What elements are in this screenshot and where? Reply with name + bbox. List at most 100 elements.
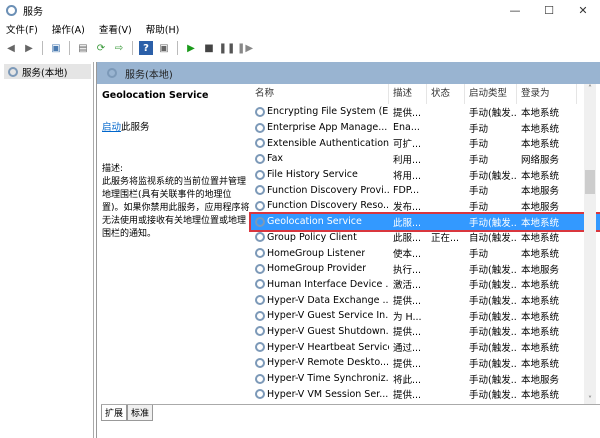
service-name: Group Policy Client — [251, 232, 389, 243]
column-name[interactable]: 名称 — [251, 84, 389, 104]
service-row[interactable]: Function Discovery Reso... 发布... 手动 本地服务 — [251, 198, 600, 214]
main-pane: 服务(本地) Geolocation Service 启动此服务 描述: 此服务… — [96, 62, 600, 438]
menu-action[interactable]: 操作(A) — [52, 22, 85, 36]
pause-icon[interactable]: ❚❚ — [219, 41, 236, 55]
console-tree: 服务(本地) — [2, 62, 94, 438]
gear-icon — [255, 295, 265, 306]
service-startup-type: 手动(触发... — [465, 168, 517, 182]
start-suffix: 此服务 — [121, 122, 150, 133]
service-row[interactable]: Encrypting File System (E... 提供... 手动(触发..… — [251, 104, 600, 120]
service-startup-type: 手动 — [465, 246, 517, 260]
service-row[interactable]: HomeGroup Listener 使本... 手动 本地系统 — [251, 245, 600, 261]
service-row[interactable]: Hyper-V Remote Deskto... 提供... 手动(触发... 本地系… — [251, 355, 600, 371]
column-logon-as[interactable]: 登录为 — [517, 84, 577, 104]
service-row[interactable]: Enterprise App Manage... Ena... 手动 本地系统 — [251, 120, 600, 136]
gear-icon — [255, 232, 265, 243]
console-tree-icon[interactable]: ▣ — [49, 41, 63, 55]
properties-icon[interactable]: ▤ — [76, 41, 90, 55]
service-row[interactable]: Group Policy Client 此服... 正在... 自动(触发... 本地系… — [251, 230, 600, 246]
service-row[interactable]: Hyper-V Guest Service In... 为 H... 手动(触发..… — [251, 308, 600, 324]
tab-extended[interactable]: 扩展 — [101, 405, 128, 421]
service-row[interactable]: Hyper-V Time Synchroniz... 将此... 手动(触发... 本… — [251, 371, 600, 387]
tab-standard[interactable]: 标准 — [127, 405, 154, 421]
cell-text: 手动(触发... — [469, 264, 517, 276]
cell-text: 本地服务 — [521, 264, 560, 276]
cell-text: Hyper-V Data Exchange ... — [267, 294, 389, 306]
cell-text: HomeGroup Listener — [267, 247, 366, 259]
minimize-button[interactable]: — — [498, 0, 532, 20]
service-row[interactable]: Fax 利用... 手动 网络服务 — [251, 151, 600, 167]
scrollbar-thumb[interactable] — [585, 170, 595, 194]
back-icon[interactable]: ◀ — [4, 41, 18, 55]
gear-icon — [255, 373, 265, 384]
gear-icon — [255, 169, 265, 180]
cell-text: Hyper-V Guest Shutdown... — [267, 325, 389, 337]
service-row[interactable]: Geolocation Service 此服... 手动(触发... 本地系统 — [249, 211, 600, 232]
gear-icon — [255, 106, 265, 117]
service-row[interactable]: Hyper-V Heartbeat Service 通过... 手动(触发... 本地… — [251, 339, 600, 355]
column-startup-type[interactable]: 启动类型 — [465, 84, 517, 104]
close-button[interactable]: ✕ — [566, 0, 600, 20]
service-row[interactable]: Hyper-V Data Exchange ... 提供... 手动(触发... 本地… — [251, 292, 600, 308]
service-name: Geolocation Service — [251, 216, 389, 227]
service-description: 提供... — [389, 105, 427, 119]
forward-icon[interactable]: ▶ — [22, 41, 36, 55]
gear-icon — [8, 66, 18, 77]
tree-item-services-local[interactable]: 服务(本地) — [4, 64, 91, 79]
menu-help[interactable]: 帮助(H) — [146, 22, 180, 36]
export-icon[interactable]: ⇨ — [112, 41, 126, 55]
cell-text: 手动(触发... — [469, 280, 517, 292]
vertical-scrollbar[interactable]: ˄ ˅ — [584, 84, 596, 404]
cell-text: 将此... — [393, 374, 422, 386]
service-row[interactable]: HomeGroup Provider 执行... 手动(触发... 本地服务 — [251, 261, 600, 277]
restart-icon[interactable]: ❚▶ — [237, 41, 253, 55]
cell-text: Geolocation Service — [267, 216, 362, 228]
service-row[interactable]: File History Service 将用... 手动(触发... 本地系统 — [251, 167, 600, 183]
description: 描述: 此服务将监视系统的当前位置并管理地理围栏(具有关联事件的地理位置)。如果… — [102, 163, 252, 241]
service-row[interactable]: Hyper-V VM Session Ser... 提供... 手动(触发... 本地… — [251, 386, 600, 402]
cell-text: 使本... — [393, 249, 422, 261]
service-row[interactable]: Extensible Authentication... 可扩... 手动 本地系统 — [251, 135, 600, 151]
scroll-down-icon[interactable]: ˅ — [584, 395, 596, 404]
service-startup-type: 手动(触发... — [465, 356, 517, 370]
service-logon-as: 本地系统 — [517, 277, 577, 291]
scroll-up-icon[interactable]: ˄ — [584, 84, 596, 93]
toolbar: ◀ ▶ ▣ ▤ ⟳ ⇨ ? ▣ ▶ ■ ❚❚ ❚▶ — [0, 39, 600, 57]
gear-icon — [255, 263, 265, 274]
stop-icon[interactable]: ■ — [202, 41, 216, 55]
service-startup-type: 手动 — [465, 136, 517, 150]
cell-text: 本地系统 — [521, 249, 560, 261]
service-startup-type: 手动(触发... — [465, 293, 517, 307]
service-row[interactable]: Hyper-V Guest Shutdown... 提供... 手动(触发... 本地… — [251, 324, 600, 340]
service-status: 正在... — [427, 230, 465, 244]
separator — [69, 41, 70, 55]
service-description: 将用... — [389, 168, 427, 182]
start-link[interactable]: 启动 — [102, 122, 121, 133]
cell-text: 本地系统 — [521, 170, 560, 182]
service-row[interactable]: Function Discovery Provi... FDP... 手动 本地服务 — [251, 182, 600, 198]
service-name: File History Service — [251, 169, 389, 180]
cell-text: Enterprise App Manage... — [267, 122, 388, 134]
column-status[interactable]: 状态 — [427, 84, 465, 104]
start-icon[interactable]: ▶ — [184, 41, 198, 55]
menu-file[interactable]: 文件(F) — [6, 22, 38, 36]
service-description: 此服... — [389, 215, 427, 229]
gear-icon — [255, 185, 265, 196]
cell-text: 本地系统 — [521, 358, 560, 370]
maximize-button[interactable]: ☐ — [532, 0, 566, 20]
action-pane-icon[interactable]: ▣ — [157, 41, 171, 55]
service-startup-type: 手动(触发... — [465, 387, 517, 401]
cell-text: 本地系统 — [521, 390, 560, 402]
cell-text: 手动(触发... — [469, 296, 517, 308]
refresh-icon[interactable]: ⟳ — [94, 41, 108, 55]
cell-text: 本地系统 — [521, 123, 560, 135]
cell-text: 提供... — [393, 327, 422, 339]
list-header: 名称 描述 状态 启动类型 登录为 — [251, 84, 600, 104]
service-row[interactable]: Human Interface Device ... 激活... 手动(触发... 本… — [251, 277, 600, 293]
menu-view[interactable]: 查看(V) — [99, 22, 132, 36]
gear-icon — [255, 153, 265, 164]
help-icon[interactable]: ? — [139, 41, 153, 55]
separator — [42, 41, 43, 55]
column-description[interactable]: 描述 — [389, 84, 427, 104]
cell-text: 手动(触发... — [469, 107, 517, 119]
